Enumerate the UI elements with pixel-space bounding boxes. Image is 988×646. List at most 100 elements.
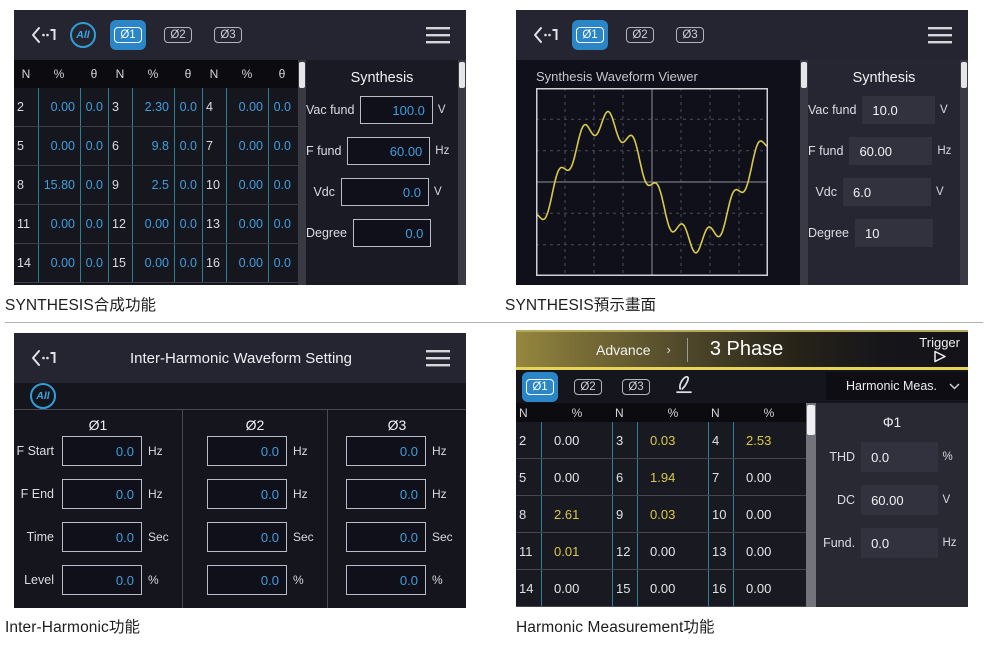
field-row: THD 0.0 % (816, 442, 968, 472)
phase-1-tab[interactable]: Ø1 (110, 20, 146, 50)
interharmonic-header: Inter-Harmonic Waveform Setting (14, 333, 466, 383)
table-scrollbar[interactable] (298, 60, 306, 285)
theta-cell[interactable]: 0.0 (174, 88, 202, 126)
viewer-scrollbar[interactable] (800, 60, 808, 285)
percent-cell[interactable]: 15.80 (38, 166, 80, 204)
table-scrollbar[interactable] (806, 403, 816, 607)
percent-cell[interactable]: 0.00 (38, 205, 80, 243)
percent-cell[interactable]: 0.00 (132, 205, 174, 243)
theta-cell[interactable]: 0.0 (268, 88, 296, 126)
field-row: 0.0 Hz (183, 436, 327, 466)
phase-1-column: Ø1 F Start 0.0 Hz F End 0.0 Hz Time 0.0 … (14, 410, 182, 608)
percent-cell[interactable]: 0.00 (226, 127, 268, 165)
phase-2-tab[interactable]: Ø2 (160, 20, 196, 50)
phase-2-tab[interactable]: Ø2 (622, 20, 658, 50)
n-cell: 15 (108, 244, 132, 282)
n-cell: 8 (516, 496, 542, 532)
percent-cell[interactable]: 0.00 (38, 127, 80, 165)
theta-cell[interactable]: 0.0 (80, 88, 108, 126)
f-end-input[interactable]: 0.0 (207, 479, 287, 509)
theta-cell[interactable]: 0.0 (174, 205, 202, 243)
time-input[interactable]: 0.0 (207, 522, 287, 552)
phase-1-tab[interactable]: Ø1 (522, 372, 558, 402)
n-cell: 11 (14, 205, 38, 243)
f-fund-input[interactable]: 60.00 (849, 137, 932, 165)
percent-cell[interactable]: 0.00 (226, 244, 268, 282)
percent-cell[interactable]: 2.5 (132, 166, 174, 204)
back-icon[interactable] (30, 25, 56, 45)
theta-cell[interactable]: 0.0 (80, 166, 108, 204)
vdc-input[interactable]: 6.0 (843, 178, 931, 206)
degree-input[interactable]: 0.0 (353, 219, 431, 247)
f-end-input[interactable]: 0.0 (346, 479, 426, 509)
percent-cell[interactable]: 0.00 (132, 244, 174, 282)
trigger-button[interactable]: Trigger (919, 336, 960, 363)
table-header-row: N % θ N % θ N % θ (14, 60, 298, 88)
percent-cell[interactable]: 0.00 (38, 244, 80, 282)
menu-icon[interactable] (426, 27, 450, 44)
all-phases-button[interactable]: All (30, 383, 56, 409)
percent-cell: 0.03 (638, 422, 708, 458)
phase-3-tab[interactable]: Ø3 (618, 372, 654, 402)
pane-scrollbar[interactable] (458, 60, 466, 285)
col-header: % (734, 406, 804, 420)
theta-cell[interactable]: 0.0 (268, 244, 296, 282)
theta-cell[interactable]: 0.0 (80, 244, 108, 282)
f-start-input[interactable]: 0.0 (346, 436, 426, 466)
vdc-input[interactable]: 0.0 (341, 178, 429, 206)
interharmonic-panel: Inter-Harmonic Waveform Setting All Ø1 F… (14, 333, 466, 608)
n-cell: 12 (612, 533, 638, 569)
caption-synthesis-preview: SYNTHESIS預示畫面 (505, 293, 656, 315)
theta-cell[interactable]: 0.0 (80, 127, 108, 165)
synthesis-preview-panel: Ø1 Ø2 Ø3 Synthesis Waveform Viewer Synth… (516, 10, 968, 285)
theta-cell[interactable]: 0.0 (80, 205, 108, 243)
percent-cell[interactable]: 0.00 (38, 88, 80, 126)
n-cell: 6 (108, 127, 132, 165)
theta-cell[interactable]: 0.0 (174, 166, 202, 204)
vac-fund-input[interactable]: 100.0 (360, 96, 433, 124)
percent-cell[interactable]: 2.30 (132, 88, 174, 126)
field-row: Time 0.0 Sec (14, 522, 182, 552)
theta-cell[interactable]: 0.0 (268, 127, 296, 165)
percent-cell[interactable]: 9.8 (132, 127, 174, 165)
menu-icon[interactable] (928, 27, 952, 44)
measurement-mode-dropdown[interactable]: Harmonic Meas. (826, 372, 968, 400)
phase-toolbar: Ø1 Ø2 Ø3 Harmonic Meas. (516, 370, 968, 403)
theta-cell[interactable]: 0.0 (174, 244, 202, 282)
back-icon[interactable] (30, 348, 56, 368)
theta-cell[interactable]: 0.0 (268, 205, 296, 243)
n-cell: 9 (612, 496, 638, 532)
all-phases-button[interactable]: All (70, 22, 96, 48)
level-input[interactable]: 0.0 (207, 565, 287, 595)
level-input[interactable]: 0.0 (62, 565, 142, 595)
back-icon[interactable] (532, 25, 558, 45)
advance-button[interactable]: Advance (596, 342, 650, 358)
phase-3-tab[interactable]: Ø3 (210, 20, 246, 50)
f-start-input[interactable]: 0.0 (207, 436, 287, 466)
viewer-title: Synthesis Waveform Viewer (516, 60, 800, 88)
all-row: All (14, 383, 466, 409)
phase-2-tab[interactable]: Ø2 (570, 372, 606, 402)
percent-cell[interactable]: 0.00 (226, 205, 268, 243)
percent-cell: 0.00 (542, 422, 612, 458)
field-row: F Start 0.0 Hz (14, 436, 182, 466)
phase-3-tab[interactable]: Ø3 (672, 20, 708, 50)
f-start-input[interactable]: 0.0 (62, 436, 142, 466)
time-input[interactable]: 0.0 (346, 522, 426, 552)
f-fund-input[interactable]: 60.00 (347, 137, 430, 165)
phase-1-tab[interactable]: Ø1 (572, 20, 608, 50)
degree-input[interactable]: 10 (855, 219, 933, 247)
table-header-row: N % N % N % (516, 403, 806, 422)
harmonic-measurement-table: N % N % N % 2 0.00 3 0.03 4 (516, 403, 806, 607)
theta-cell[interactable]: 0.0 (268, 166, 296, 204)
theta-cell[interactable]: 0.0 (174, 127, 202, 165)
time-input[interactable]: 0.0 (62, 522, 142, 552)
f-end-input[interactable]: 0.0 (62, 479, 142, 509)
level-input[interactable]: 0.0 (346, 565, 426, 595)
menu-icon[interactable] (426, 350, 450, 367)
percent-cell[interactable]: 0.00 (226, 166, 268, 204)
vac-fund-input[interactable]: 10.0 (862, 96, 935, 124)
pane-scrollbar[interactable] (960, 60, 968, 285)
percent-cell[interactable]: 0.00 (226, 88, 268, 126)
edit-pencil-icon[interactable] (672, 372, 696, 401)
